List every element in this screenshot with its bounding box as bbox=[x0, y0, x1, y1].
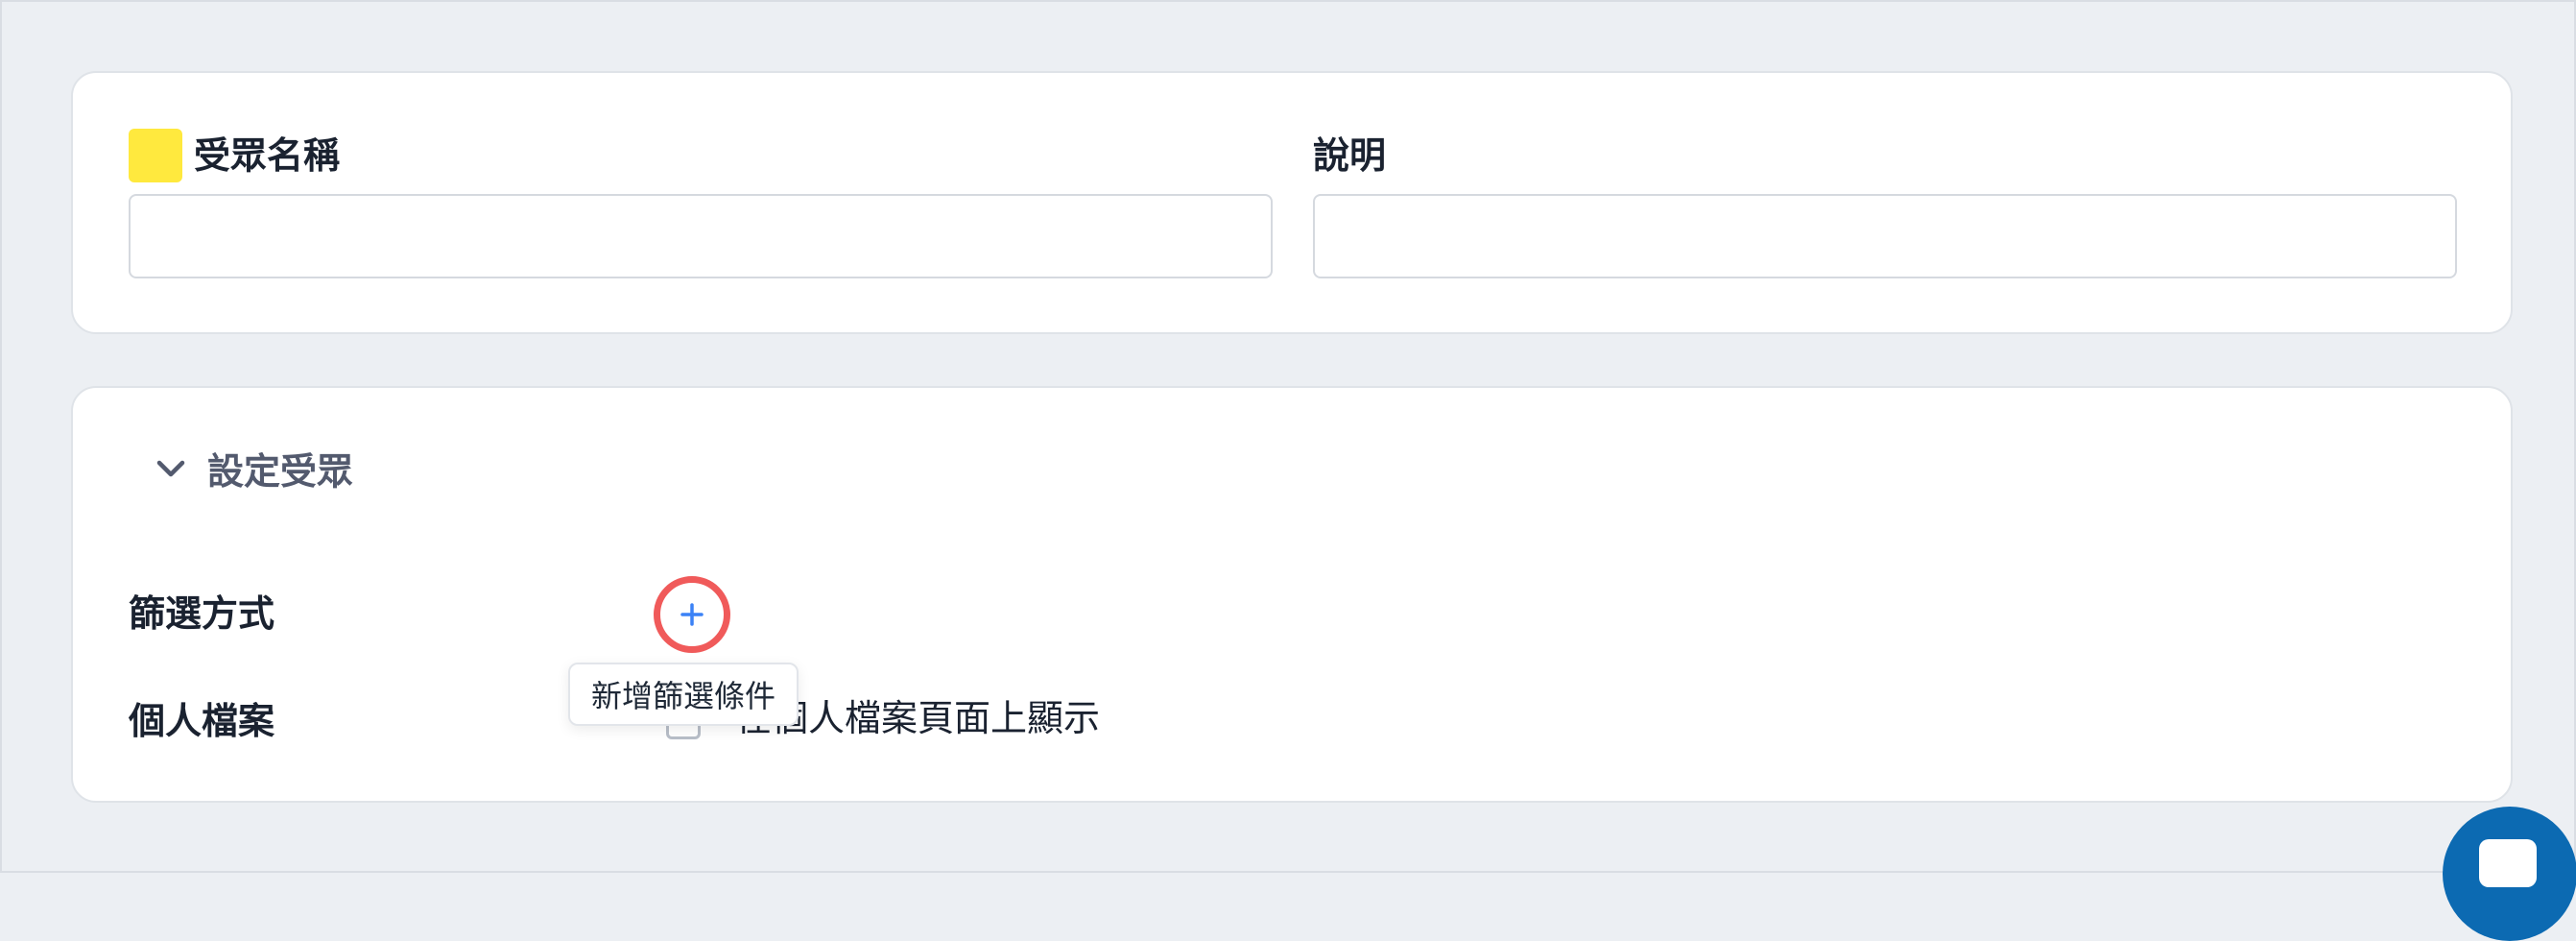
filter-method-label: 篩選方式 bbox=[129, 592, 275, 635]
audience-info-card: 受眾名稱 說明 bbox=[71, 71, 2513, 334]
audience-name-input[interactable] bbox=[129, 194, 1273, 278]
chat-button[interactable] bbox=[2443, 807, 2576, 941]
profile-label: 個人檔案 bbox=[129, 700, 275, 742]
description-input[interactable] bbox=[1313, 194, 2457, 278]
audience-color-swatch[interactable] bbox=[129, 129, 182, 182]
add-filter-tooltip: 新增篩選條件 bbox=[568, 663, 799, 726]
add-filter-button[interactable] bbox=[654, 576, 730, 653]
chat-icon bbox=[2479, 839, 2537, 887]
section-title[interactable]: 設定受眾 bbox=[207, 442, 353, 495]
plus-icon bbox=[680, 603, 704, 626]
audience-name-label: 受眾名稱 bbox=[194, 134, 341, 177]
chevron-down-icon[interactable] bbox=[150, 447, 192, 490]
audience-settings-card: 設定受眾 篩選方式 個人檔案 在個人檔案頁面上顯示 新增篩選條件 bbox=[71, 386, 2513, 803]
page: { "name_card": { "audience_name_label": … bbox=[0, 0, 2576, 941]
description-label: 說明 bbox=[1313, 134, 1387, 177]
